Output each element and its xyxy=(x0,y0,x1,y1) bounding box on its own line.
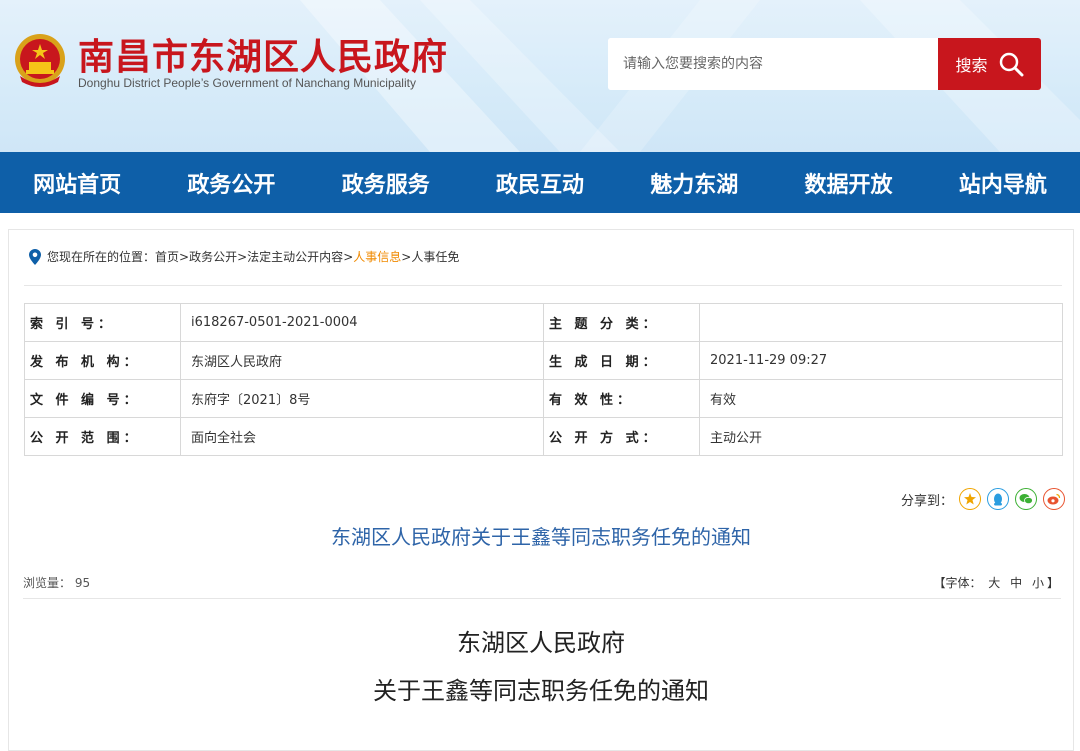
qzone-icon[interactable] xyxy=(959,488,981,510)
search-icon xyxy=(999,52,1023,77)
breadcrumb-gov-affairs[interactable]: 政务公开 xyxy=(189,248,237,265)
font-size-label: 【字体： xyxy=(933,576,982,590)
views-label: 浏览量： xyxy=(23,576,72,590)
breadcrumb-appointments[interactable]: 人事任免 xyxy=(411,248,459,265)
meta-value xyxy=(699,303,1063,342)
table-row: 发 布 机 构： 东湖区人民政府 生 成 日 期： 2021-11-29 09:… xyxy=(24,341,1063,380)
table-row: 索 引 号： i618267-0501-2021-0004 主 题 分 类： xyxy=(24,303,1063,342)
divider xyxy=(24,285,1062,286)
location-pin-icon xyxy=(29,248,41,265)
meta-value: 面向全社会 xyxy=(180,417,544,456)
qq-icon[interactable] xyxy=(987,488,1009,510)
meta-key: 公 开 方 式： xyxy=(543,417,700,456)
meta-key: 公 开 范 围： xyxy=(24,417,181,456)
meta-value: 有效 xyxy=(699,379,1063,418)
table-row: 公 开 范 围： 面向全社会 公 开 方 式： 主动公开 xyxy=(24,417,1063,456)
meta-value: 主动公开 xyxy=(699,417,1063,456)
nav-item-gov-affairs-public[interactable]: 政务公开 xyxy=(181,167,281,199)
search-button-label: 搜索 xyxy=(955,56,988,75)
wechat-icon[interactable] xyxy=(1015,488,1037,510)
breadcrumb-separator: > xyxy=(401,249,412,264)
meta-key: 有 效 性： xyxy=(543,379,700,418)
search-button[interactable]: 搜索 xyxy=(938,38,1041,90)
meta-value: 东府字〔2021〕8号 xyxy=(180,379,544,418)
meta-key: 索 引 号： xyxy=(24,303,181,342)
breadcrumb-personnel-info[interactable]: 人事信息 xyxy=(353,248,401,265)
meta-key: 发 布 机 构： xyxy=(24,341,181,380)
breadcrumb-statutory[interactable]: 法定主动公开内容 xyxy=(247,248,343,265)
document-metadata-table: 索 引 号： i618267-0501-2021-0004 主 题 分 类： 发… xyxy=(24,303,1063,456)
article-heading-subject: 关于王鑫等同志职务任免的通知 xyxy=(373,677,709,705)
document-title-link[interactable]: 东湖区人民政府关于王鑫等同志职务任免的通知 xyxy=(9,521,1073,550)
divider xyxy=(23,598,1061,599)
meta-value: 东湖区人民政府 xyxy=(180,341,544,380)
breadcrumb-home[interactable]: 首页 xyxy=(155,248,179,265)
font-size-small[interactable]: 小 xyxy=(1032,576,1044,590)
view-count: 浏览量： 95 xyxy=(23,574,90,591)
site-subtitle: Donghu District People’s Government of N… xyxy=(78,76,416,90)
content-panel: 您现在所在的位置： 首页 > 政务公开 > 法定主动公开内容 > 人事信息 > … xyxy=(8,229,1074,751)
meta-key: 生 成 日 期： xyxy=(543,341,700,380)
font-size-large[interactable]: 大 xyxy=(988,576,1000,590)
font-size-close: 】 xyxy=(1046,576,1059,590)
meta-key: 文 件 编 号： xyxy=(24,379,181,418)
nav-item-home[interactable]: 网站首页 xyxy=(27,167,127,199)
article-heading-issuer: 东湖区人民政府 xyxy=(457,629,625,657)
share-label: 分享到： xyxy=(900,493,953,509)
search-input[interactable] xyxy=(608,38,953,90)
national-emblem-icon xyxy=(15,34,65,87)
font-size-control: 【字体： 大 中 小】 xyxy=(933,574,1059,591)
site-title[interactable]: 南昌市东湖区人民政府 xyxy=(78,28,448,80)
weibo-icon[interactable] xyxy=(1043,488,1065,510)
breadcrumb-separator: > xyxy=(237,249,248,264)
main-nav: 网站首页 政务公开 政务服务 政民互动 魅力东湖 数据开放 站内导航 xyxy=(0,152,1080,213)
breadcrumb-separator: > xyxy=(179,249,190,264)
views-value: 95 xyxy=(74,576,91,590)
table-row: 文 件 编 号： 东府字〔2021〕8号 有 效 性： 有效 xyxy=(24,379,1063,418)
meta-key: 主 题 分 类： xyxy=(543,303,700,342)
share-bar: 分享到： xyxy=(901,488,1065,510)
meta-value: i618267-0501-2021-0004 xyxy=(180,303,544,342)
breadcrumb: 您现在所在的位置： 首页 > 政务公开 > 法定主动公开内容 > 人事信息 > … xyxy=(29,248,459,265)
nav-item-site-map[interactable]: 站内导航 xyxy=(953,167,1053,199)
nav-item-interaction[interactable]: 政民互动 xyxy=(490,167,590,199)
breadcrumb-separator: > xyxy=(343,249,354,264)
font-size-medium[interactable]: 中 xyxy=(1010,576,1022,590)
breadcrumb-prefix: 您现在所在的位置： xyxy=(47,250,156,264)
nav-item-open-data[interactable]: 数据开放 xyxy=(799,167,899,199)
search-box: 搜索 xyxy=(608,38,1041,90)
nav-item-charm-donghu[interactable]: 魅力东湖 xyxy=(644,167,744,199)
nav-item-gov-services[interactable]: 政务服务 xyxy=(336,167,436,199)
site-header: 南昌市东湖区人民政府 Donghu District People’s Gove… xyxy=(0,0,1080,152)
meta-value: 2021-11-29 09:27 xyxy=(699,341,1063,380)
